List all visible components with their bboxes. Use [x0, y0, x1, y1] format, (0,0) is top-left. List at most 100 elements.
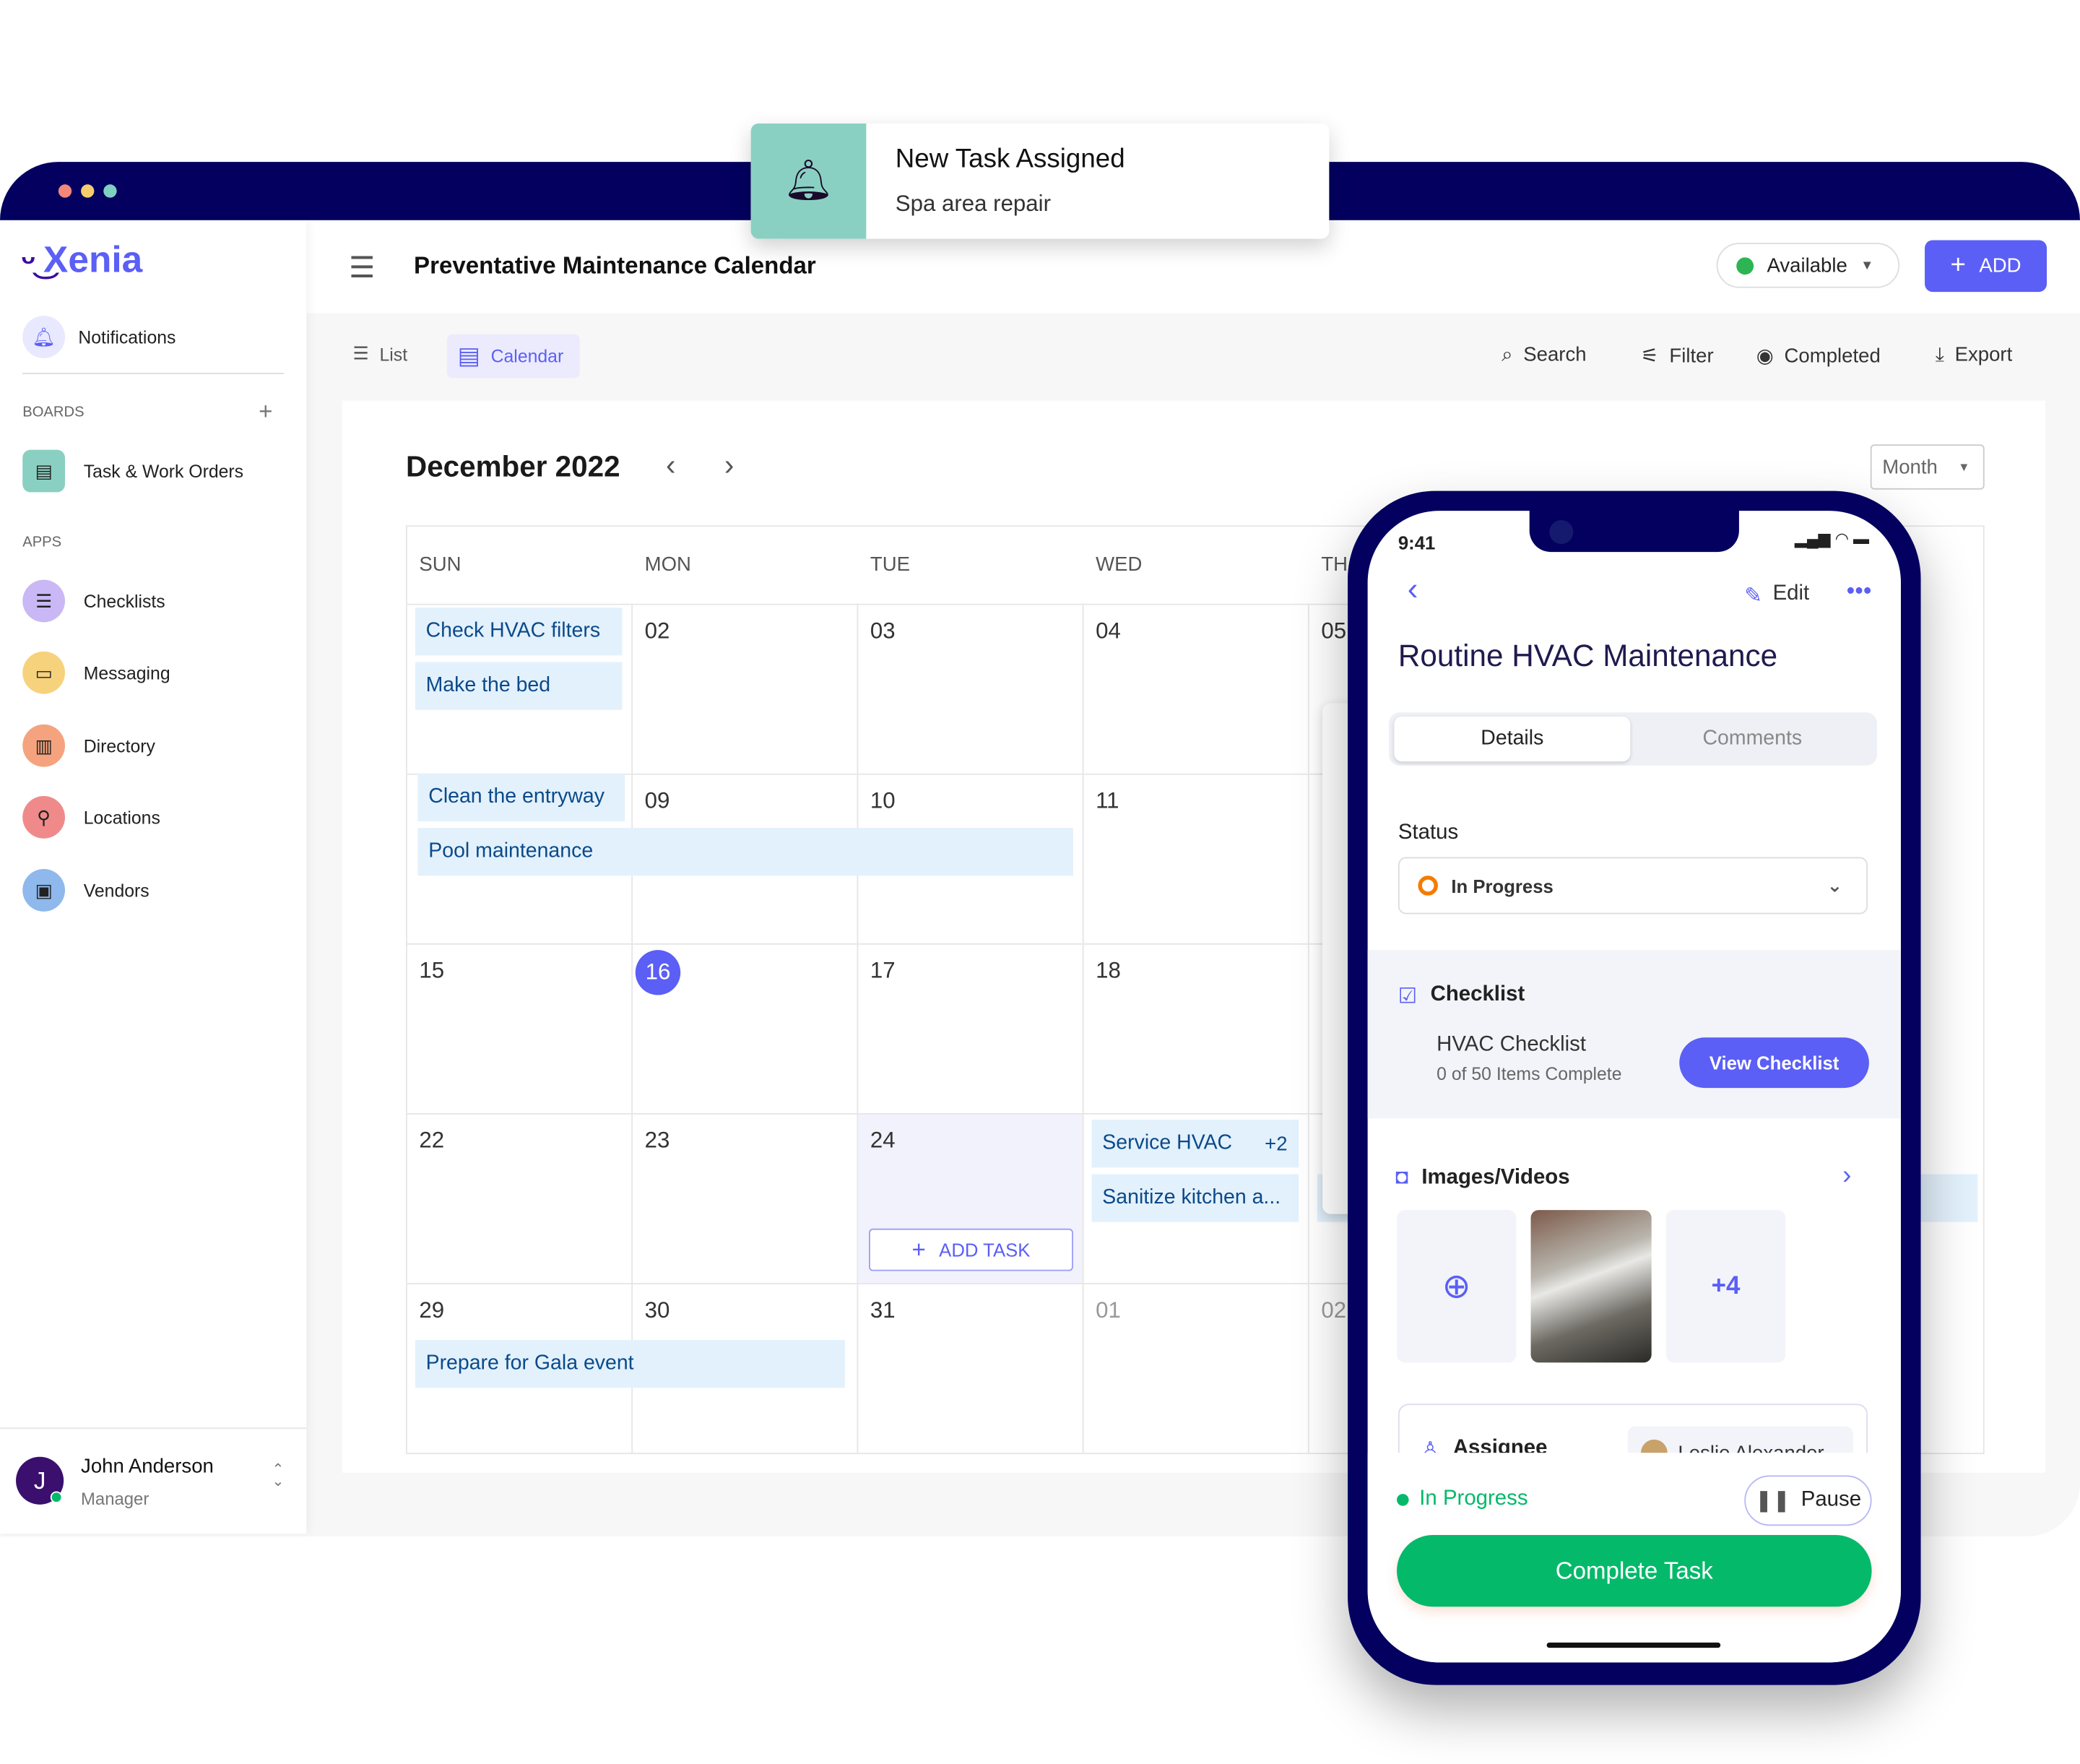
camera-icon: ◘: [1395, 1166, 1408, 1189]
more-media-count: +4: [1711, 1271, 1741, 1300]
sidebar-item-directory[interactable]: ▥ Directory: [22, 724, 155, 767]
status-time: 9:41: [1398, 532, 1436, 553]
caret-down-icon: ▼: [1860, 258, 1874, 273]
media-chevron-right-icon[interactable]: ›: [1842, 1161, 1851, 1191]
availability-dropdown[interactable]: Available ▼: [1716, 243, 1900, 288]
bell-icon: 🔔︎: [22, 316, 65, 358]
menu-collapse-icon[interactable]: ☰: [349, 251, 375, 285]
day-cell[interactable]: 22: [407, 1112, 633, 1284]
sidebar-item-label: Messaging: [83, 662, 170, 683]
plus-icon: +: [1950, 251, 1966, 280]
add-board-plus-icon[interactable]: +: [259, 398, 272, 426]
day-cell[interactable]: 15: [407, 943, 633, 1113]
checkbox-icon: ☑: [1398, 985, 1418, 1008]
month-title: December 2022: [406, 449, 620, 483]
status-select[interactable]: In Progress ⌄: [1398, 857, 1868, 915]
complete-task-button[interactable]: Complete Task: [1397, 1535, 1872, 1607]
tab-label: Calendar: [490, 346, 564, 366]
footer-status-label: In Progress: [1419, 1487, 1528, 1510]
view-select[interactable]: Month ▼: [1870, 444, 1985, 490]
clipboard-icon: ▤: [22, 449, 65, 493]
hvac-photo-thumbnail[interactable]: [1530, 1210, 1652, 1363]
more-dots-icon[interactable]: •••: [1847, 577, 1872, 605]
sidebar-item-vendors[interactable]: ▣ Vendors: [22, 869, 150, 912]
checklist-progress: 0 of 50 Items Complete: [1436, 1064, 1622, 1084]
tab-details[interactable]: Details: [1394, 716, 1631, 762]
checklist-heading: ☑ Checklist: [1398, 983, 1525, 1010]
export-label: Export: [1954, 343, 2013, 366]
divider: [0, 1427, 307, 1430]
calendar-event[interactable]: Clean the entryway: [417, 773, 625, 821]
new-task-toast[interactable]: 🔔︎ New Task Assigned Spa area repair: [750, 123, 1330, 239]
add-task-button[interactable]: + ADD TASK: [869, 1228, 1073, 1271]
day-number: 11: [1096, 787, 1119, 813]
day-cell[interactable]: 16: [633, 943, 859, 1113]
more-media-button[interactable]: +4: [1665, 1210, 1786, 1363]
sidebar-item-messaging[interactable]: ▭ Messaging: [22, 651, 170, 694]
completed-toggle[interactable]: ◉ Completed: [1756, 344, 1881, 368]
day-header: TUE: [870, 553, 910, 576]
day-number: 31: [870, 1297, 896, 1323]
checklist-name: HVAC Checklist: [1436, 1033, 1587, 1057]
day-cell[interactable]: 02: [633, 603, 859, 774]
filter-label: Filter: [1669, 344, 1714, 367]
status-value: In Progress: [1451, 875, 1554, 896]
day-cell[interactable]: 31: [858, 1283, 1084, 1453]
tab-comments[interactable]: Comments: [1633, 717, 1872, 761]
window-maximize-dot[interactable]: [103, 184, 117, 198]
back-chevron-icon[interactable]: ‹: [1408, 572, 1418, 609]
day-number: 18: [1096, 958, 1121, 983]
window-close-dot[interactable]: [58, 184, 72, 198]
export-button[interactable]: ⤓ Export: [1936, 344, 2013, 366]
sidebar-item-label: Notifications: [78, 327, 176, 347]
day-cell[interactable]: 17: [858, 943, 1084, 1113]
sidebar-item-checklists[interactable]: ☰ Checklists: [22, 579, 165, 623]
footer-status: In Progress: [1397, 1487, 1528, 1511]
sidebar-item-notifications[interactable]: 🔔︎ Notifications: [22, 316, 176, 358]
chevron-up-down-icon[interactable]: ⌃ ⌄: [272, 1463, 285, 1490]
xenia-logo: ᵕ͜ Xenia: [21, 239, 142, 282]
add-photo-button[interactable]: ⊕: [1397, 1210, 1517, 1363]
add-label: ADD: [1979, 254, 2022, 277]
calendar-event[interactable]: Pool maintenance: [417, 828, 1073, 876]
pause-button[interactable]: ❚❚ Pause: [1744, 1475, 1872, 1526]
calendar-event[interactable]: Prepare for Gala event: [415, 1340, 845, 1388]
day-cell[interactable]: 01: [1083, 1283, 1309, 1453]
day-number: 02: [644, 618, 670, 644]
status-label: Status: [1398, 821, 1459, 844]
next-month-chevron-icon[interactable]: ›: [724, 449, 734, 483]
add-button[interactable]: + ADD: [1925, 240, 2048, 293]
calendar-icon: ▤: [457, 342, 480, 369]
message-icon: ▭: [22, 651, 65, 694]
day-cell[interactable]: 11: [1083, 773, 1309, 943]
more-events-badge[interactable]: +2: [1254, 1123, 1298, 1164]
day-number: 09: [644, 787, 670, 813]
calendar-event[interactable]: Check HVAC filters: [415, 608, 623, 656]
availability-label: Available: [1767, 254, 1847, 277]
calendar-event[interactable]: Sanitize kitchen a...: [1091, 1174, 1299, 1222]
calendar-event[interactable]: Make the bed: [415, 662, 623, 710]
day-cell[interactable]: 03: [858, 603, 1084, 774]
day-cell[interactable]: 23: [633, 1112, 859, 1284]
online-status-dot: [50, 1491, 63, 1503]
day-header: MON: [644, 553, 691, 576]
day-header: TH: [1321, 553, 1348, 576]
sidebar-item-locations[interactable]: ⚲ Locations: [22, 796, 160, 839]
tab-calendar[interactable]: ▤ Calendar: [446, 334, 580, 379]
complete-task-label: Complete Task: [1555, 1557, 1713, 1584]
completed-label: Completed: [1784, 344, 1881, 367]
window-minimize-dot[interactable]: [81, 184, 95, 198]
prev-month-chevron-icon[interactable]: ‹: [666, 449, 675, 483]
day-cell[interactable]: 04: [1083, 603, 1309, 774]
home-indicator: [1546, 1642, 1721, 1648]
search-button[interactable]: ⌕ Search: [1502, 344, 1586, 366]
filter-button[interactable]: ⚟ Filter: [1641, 344, 1714, 368]
add-camera-icon: ⊕: [1442, 1266, 1471, 1306]
sidebar-item-task-work-orders[interactable]: ▤ Task & Work Orders: [22, 449, 243, 493]
view-checklist-button[interactable]: View Checklist: [1679, 1037, 1869, 1089]
tab-list[interactable]: ☰ List: [353, 344, 408, 365]
day-cell[interactable]: 18: [1083, 943, 1309, 1113]
edit-button[interactable]: ✎ Edit: [1744, 582, 1809, 609]
avatar-initial: J: [33, 1466, 46, 1494]
edit-label: Edit: [1772, 582, 1810, 605]
